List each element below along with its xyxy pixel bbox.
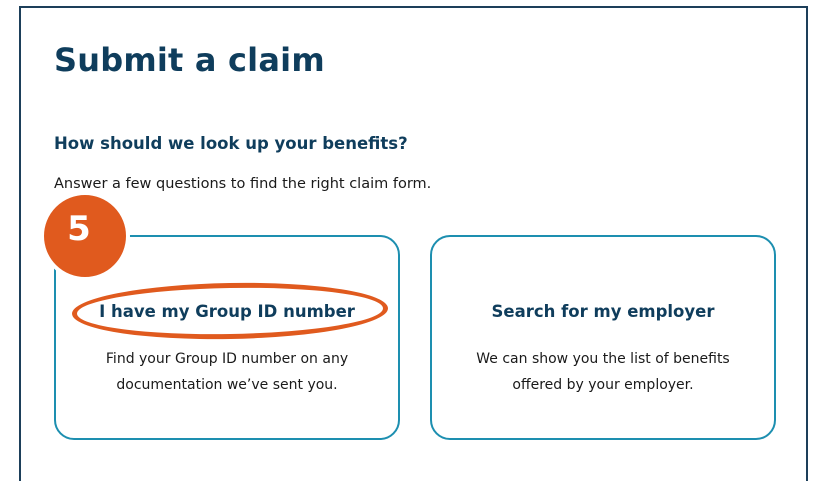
search-employer-option-title: Search for my employer [491, 302, 715, 321]
page-title: Submit a claim [54, 41, 325, 79]
step-number: 5 [67, 209, 91, 249]
lookup-question: How should we look up your benefits? [54, 134, 408, 153]
group-id-option-description: Find your Group ID number on any documen… [105, 351, 349, 393]
lookup-subtext: Answer a few questions to find the right… [54, 176, 432, 192]
search-employer-option-card[interactable]: Search for my employer We can show you t… [430, 235, 776, 440]
search-employer-option-description: We can show you the list of benefits off… [476, 351, 730, 393]
step-number-badge: 5 [40, 191, 130, 281]
